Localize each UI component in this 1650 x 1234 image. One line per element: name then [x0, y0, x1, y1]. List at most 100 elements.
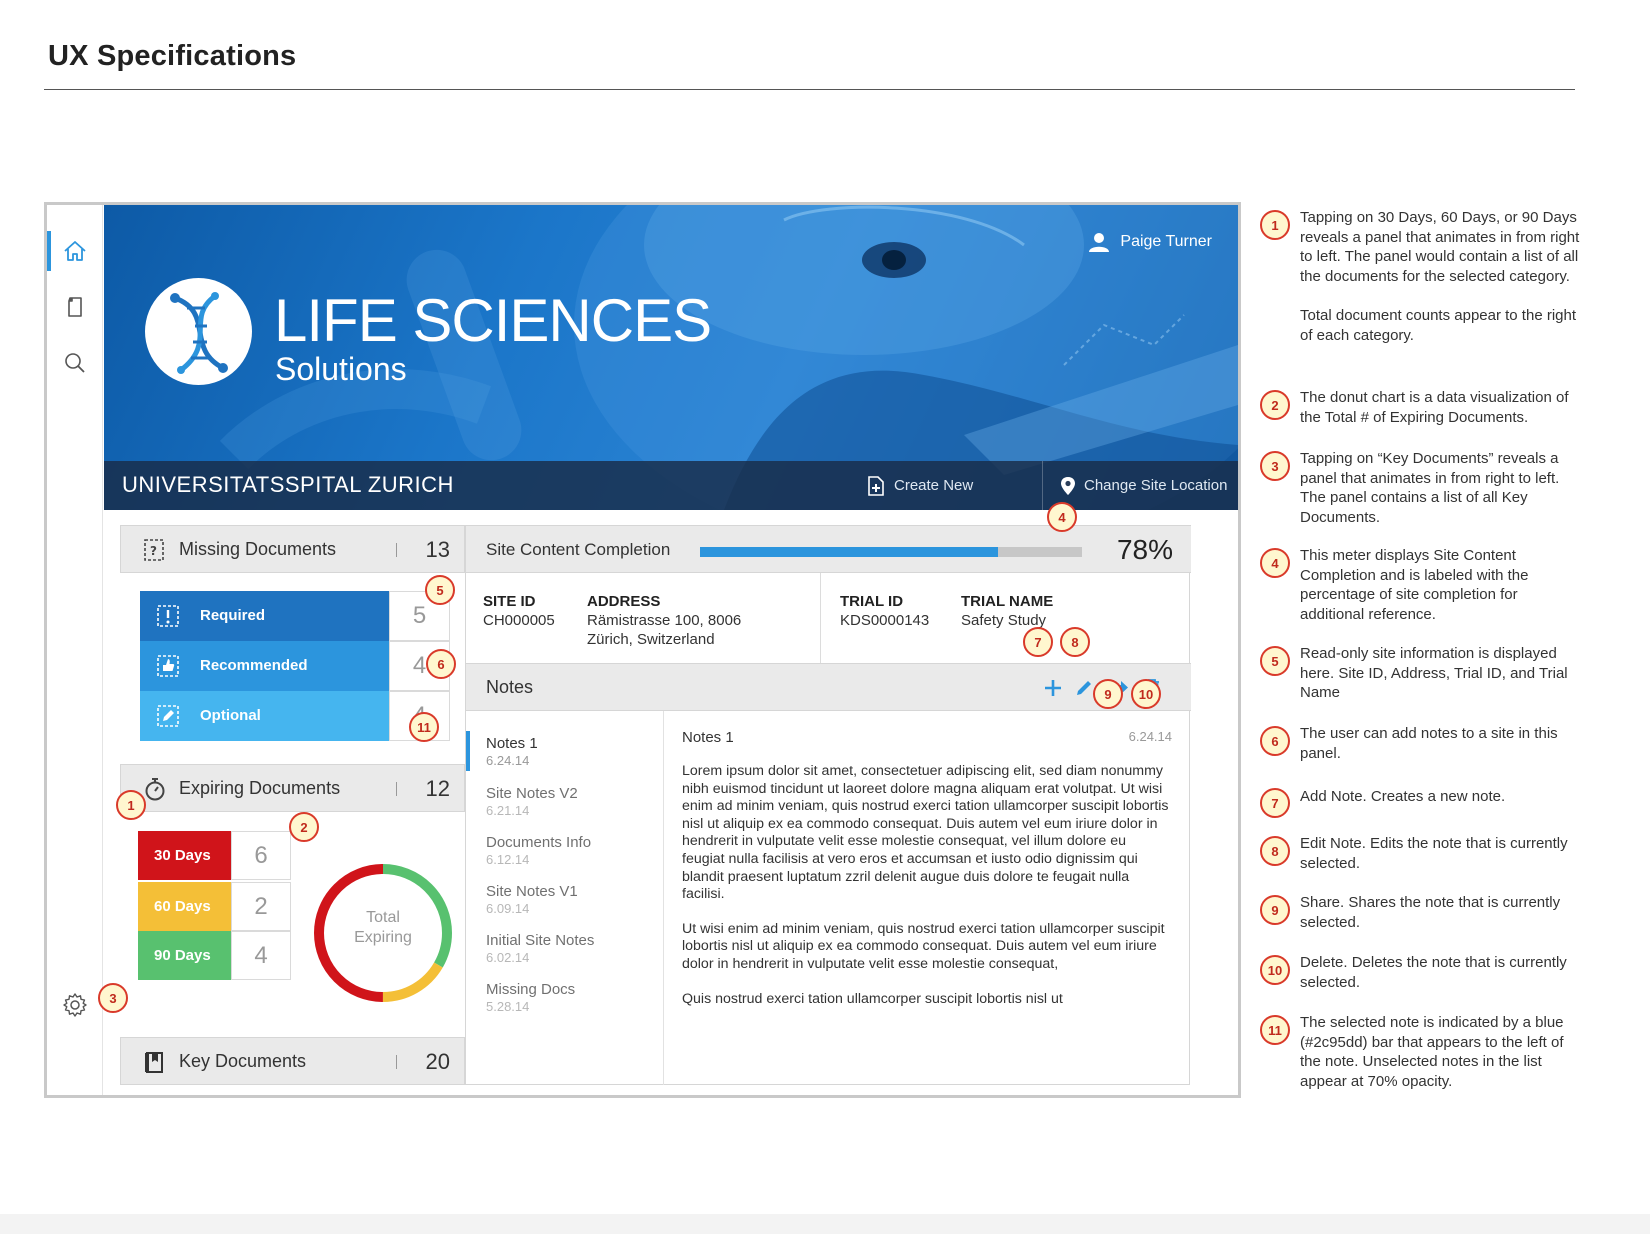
- notes-header: Notes: [466, 663, 1191, 711]
- site-bar-divider: [1042, 461, 1043, 510]
- header-separator: [396, 782, 397, 796]
- edit-document-icon: [157, 705, 179, 727]
- donut-label-line-1: Total: [366, 909, 400, 926]
- spec-badge: 5: [1260, 646, 1290, 676]
- spec-badge: 11: [1260, 1015, 1290, 1045]
- note-item[interactable]: Initial Site Notes 6.02.14: [466, 928, 664, 974]
- expiring-documents-count: 12: [425, 776, 450, 801]
- expiring-period-count: 4: [231, 931, 291, 980]
- key-documents-header[interactable]: Key Documents 20: [120, 1037, 465, 1085]
- missing-documents-header[interactable]: ? Missing Documents 13: [120, 525, 465, 573]
- category-optional[interactable]: Optional 4: [140, 691, 450, 741]
- category-name: Required: [200, 607, 266, 624]
- key-documents-count: 20: [425, 1049, 450, 1074]
- bookmark-document-icon: [145, 1052, 163, 1073]
- donut-center-label: Total Expiring: [308, 908, 458, 948]
- user-name: Paige Turner: [1120, 233, 1212, 250]
- category-name: Recommended: [200, 657, 308, 674]
- sidebar-item-documents[interactable]: [47, 283, 103, 331]
- add-note-button[interactable]: [1041, 676, 1065, 700]
- spec-badge: 6: [1260, 726, 1290, 756]
- spec-text: Read-only site information is displayed …: [1300, 645, 1568, 701]
- trial-id-label: TRIAL ID: [840, 593, 904, 610]
- expiring-documents-label: Expiring Documents: [179, 778, 341, 798]
- note-item-title: Initial Site Notes: [486, 932, 595, 949]
- note-item-date: 6.24.14: [486, 753, 530, 768]
- callout-badge: 7: [1023, 627, 1053, 657]
- spec-text: The user can add notes to a site in this…: [1300, 725, 1558, 762]
- spec-text: The donut chart is a data visualization …: [1300, 389, 1569, 426]
- note-item-date: 5.28.14: [486, 999, 530, 1014]
- expiring-documents-header[interactable]: Expiring Documents 12: [120, 764, 465, 812]
- callout-badge: 1: [116, 790, 146, 820]
- change-site-button[interactable]: Change Site Location: [1060, 461, 1227, 510]
- user-icon: [1089, 233, 1110, 252]
- sidebar-item-home[interactable]: [47, 227, 103, 275]
- note-item[interactable]: Missing Docs 5.28.14: [466, 977, 664, 1023]
- category-required[interactable]: Required 5: [140, 591, 450, 641]
- change-site-label: Change Site Location: [1084, 477, 1228, 494]
- expiring-period-label: 60 Days: [138, 882, 231, 931]
- document-icon: [68, 297, 82, 317]
- completion-meter: [700, 547, 1082, 557]
- create-new-button[interactable]: Create New: [866, 461, 973, 510]
- note-item[interactable]: Site Notes V1 6.09.14: [466, 879, 664, 925]
- expiring-30-days[interactable]: 30 Days 6: [138, 831, 291, 880]
- note-detail[interactable]: Notes 1 6.24.14 Lorem ipsum dolor sit am…: [682, 711, 1172, 1011]
- spec-badge: 3: [1260, 451, 1290, 481]
- note-item-title: Missing Docs: [486, 981, 576, 998]
- expiring-period-label: 90 Days: [138, 931, 231, 980]
- category-name: Optional: [200, 707, 261, 724]
- spec-text: Share. Shares the note that is currently…: [1300, 894, 1561, 931]
- expiring-90-days[interactable]: 90 Days 4: [138, 931, 291, 980]
- address-line-2: Zürich, Switzerland: [587, 631, 715, 648]
- dna-icon: [170, 292, 228, 374]
- home-icon: [64, 241, 86, 261]
- site-detail-column: Site Content Completion 78% SITE ID CH00…: [465, 525, 1191, 1085]
- sidebar-item-settings[interactable]: [47, 981, 103, 1029]
- spec-text-line: Total document counts appear to the righ…: [1300, 307, 1577, 344]
- pencil-icon: [1077, 681, 1091, 695]
- hero-banner: Paige Turner LIFE SCIENCES Solutions UNI…: [104, 205, 1238, 510]
- spec-text-line: Tapping on 30 Days, 60 Days, or 90 Days …: [1300, 209, 1580, 285]
- user-menu[interactable]: Paige Turner: [1088, 231, 1212, 253]
- logo-sub-text: Solutions: [275, 351, 407, 387]
- location-pin-icon: [1061, 476, 1075, 495]
- spec-text: Delete. Deletes the note that is current…: [1300, 954, 1567, 991]
- note-item-selected[interactable]: Notes 1 6.24.14: [466, 731, 664, 777]
- spec-text: Add Note. Creates a new note.: [1300, 788, 1506, 805]
- key-documents-label: Key Documents: [179, 1051, 307, 1071]
- completion-percent: 78%: [1116, 534, 1173, 565]
- callout-badge: 8: [1060, 627, 1090, 657]
- note-item[interactable]: Site Notes V2 6.21.14: [466, 781, 664, 827]
- plus-icon: [1045, 680, 1061, 696]
- sidebar: [47, 205, 103, 1095]
- spec-text: This meter displays Site Content Complet…: [1300, 547, 1529, 623]
- thumbs-up-document-icon: [157, 655, 179, 677]
- expiring-60-days[interactable]: 60 Days 2: [138, 882, 291, 931]
- callout-badge: 5: [425, 575, 455, 605]
- note-item-title: Notes 1: [486, 735, 538, 752]
- note-item-title: Site Notes V1: [486, 883, 578, 900]
- note-item-date: 6.21.14: [486, 803, 530, 818]
- note-item[interactable]: Documents Info 6.12.14: [466, 830, 664, 876]
- sidebar-item-search[interactable]: [47, 339, 103, 387]
- category-recommended-label: Recommended: [140, 641, 389, 691]
- note-paragraph: Lorem ipsum dolor sit amet, consectetuer…: [682, 763, 1169, 903]
- category-recommended[interactable]: Recommended 4: [140, 641, 450, 691]
- trial-id-value: KDS0000143: [840, 612, 930, 629]
- spec-badge: 2: [1260, 390, 1290, 420]
- callout-badge: 3: [98, 983, 128, 1013]
- spec-text: Edit Note. Edits the note that is curren…: [1300, 835, 1568, 872]
- category-required-label: Required: [140, 591, 389, 641]
- notes-title: Notes: [486, 677, 534, 697]
- page-title: UX Specifications: [48, 40, 297, 72]
- completion-meter-fill: [700, 547, 998, 557]
- spec-badge: 10: [1260, 955, 1290, 985]
- note-detail-date: 6.24.14: [1128, 729, 1172, 744]
- svg-text:?: ?: [150, 544, 157, 558]
- title-divider: [44, 89, 1575, 90]
- add-document-icon: [868, 475, 884, 496]
- expiring-period-label: 30 Days: [138, 831, 231, 880]
- spec-badge: 1: [1260, 210, 1290, 240]
